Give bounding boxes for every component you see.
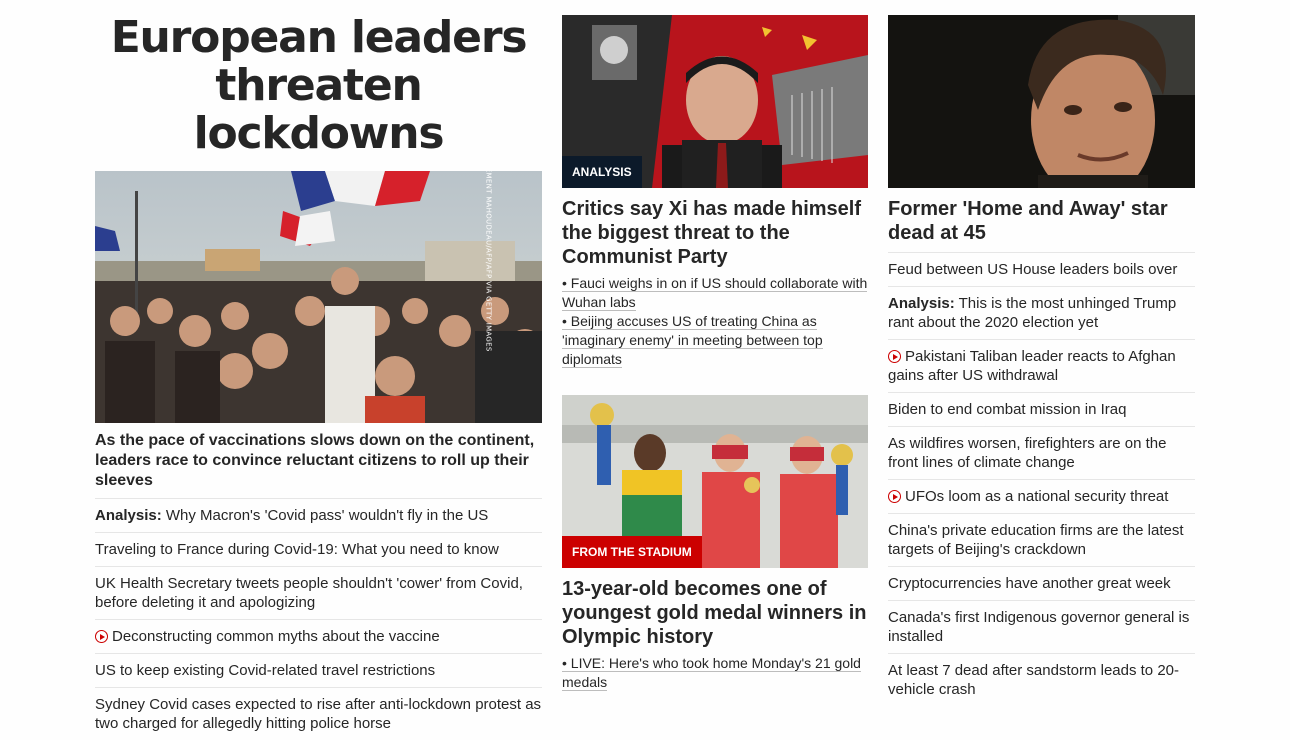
list-item[interactable]: UK Health Secretary tweets people should… — [95, 566, 542, 619]
photo-credit: CLEMENT MAHOUDEAU/AFP/AFP VIA GETTY IMAG… — [484, 171, 493, 352]
list-item[interactable]: Canada's first Indigenous governor gener… — [888, 600, 1195, 653]
item-text: Traveling to France during Covid-19: Wha… — [95, 541, 499, 558]
lead-headline[interactable]: European leaders threaten lockdowns — [95, 14, 542, 158]
list-item[interactable]: Sydney Covid cases expected to rise afte… — [95, 687, 542, 740]
item-text: US to keep existing Covid-related travel… — [95, 662, 436, 679]
list-item[interactable]: Cryptocurrencies have another great week — [888, 566, 1195, 600]
list-item[interactable]: At least 7 dead after sandstorm leads to… — [888, 653, 1195, 706]
item-text: As wildfires worsen, firefighters are on… — [888, 435, 1167, 471]
top-stories-list: Feud between US House leaders boils over… — [888, 252, 1195, 706]
item-text: UK Health Secretary tweets people should… — [95, 575, 523, 611]
item-text: Cryptocurrencies have another great week — [888, 575, 1171, 592]
lead-image[interactable]: CLEMENT MAHOUDEAU/AFP/AFP VIA GETTY IMAG… — [95, 171, 542, 423]
sublink-text: • Fauci weighs in on if US should collab… — [562, 275, 868, 311]
list-item[interactable]: China's private education firms are the … — [888, 513, 1195, 566]
sublink-text: • Beijing accuses US of treating China a… — [562, 313, 823, 368]
lead-caption[interactable]: As the pace of vaccinations slows down o… — [95, 431, 542, 491]
xi-story-image[interactable]: ANALYSIS — [562, 15, 868, 188]
analysis-label: ANALYSIS — [562, 156, 642, 188]
list-item[interactable]: Feud between US House leaders boils over — [888, 252, 1195, 286]
play-circle-icon — [95, 630, 108, 643]
list-item[interactable]: UFOs loom as a national security threat — [888, 479, 1195, 513]
play-circle-icon — [888, 350, 901, 363]
sublink[interactable]: • Fauci weighs in on if US should collab… — [562, 274, 868, 312]
actor-story-image[interactable] — [888, 15, 1195, 188]
protest-photo — [95, 171, 542, 423]
list-item[interactable]: US to keep existing Covid-related travel… — [95, 653, 542, 687]
item-prefix: Analysis: — [95, 507, 162, 524]
item-text: Biden to end combat mission in Iraq — [888, 401, 1127, 418]
list-item[interactable]: Traveling to France during Covid-19: Wha… — [95, 532, 542, 566]
olympic-story-image[interactable]: FROM THE STADIUM — [562, 395, 868, 568]
xi-headline[interactable]: Critics say Xi has made himself the bigg… — [562, 197, 868, 269]
sublink[interactable]: • Beijing accuses US of treating China a… — [562, 312, 868, 369]
actor-portrait-photo — [888, 15, 1195, 188]
play-circle-icon — [888, 490, 901, 503]
item-text: Deconstructing common myths about the va… — [112, 628, 440, 645]
olympic-headline[interactable]: 13-year-old becomes one of youngest gold… — [562, 577, 868, 649]
list-item[interactable]: Analysis: Why Macron's 'Covid pass' woul… — [95, 498, 542, 532]
list-item[interactable]: Deconstructing common myths about the va… — [95, 619, 542, 653]
from-the-stadium-label: FROM THE STADIUM — [562, 536, 702, 568]
middle-column: ANALYSIS Critics say Xi has made himself… — [562, 0, 868, 692]
sublink[interactable]: • LIVE: Here's who took home Monday's 21… — [562, 654, 868, 692]
item-text: Sydney Covid cases expected to rise afte… — [95, 696, 542, 732]
lead-column: European leaders threaten lockdowns CLEM… — [95, 0, 542, 740]
olympic-sublinks: • LIVE: Here's who took home Monday's 21… — [562, 654, 868, 692]
item-text: At least 7 dead after sandstorm leads to… — [888, 662, 1179, 698]
sublink-text: • LIVE: Here's who took home Monday's 21… — [562, 655, 861, 691]
actor-headline[interactable]: Former 'Home and Away' star dead at 45 — [888, 197, 1195, 245]
item-text: Canada's first Indigenous governor gener… — [888, 609, 1190, 645]
item-text: Why Macron's 'Covid pass' wouldn't fly i… — [165, 507, 489, 524]
item-text: Pakistani Taliban leader reacts to Afgha… — [888, 348, 1176, 384]
lead-related-list: Analysis: Why Macron's 'Covid pass' woul… — [95, 498, 542, 740]
xi-sublinks: • Fauci weighs in on if US should collab… — [562, 274, 868, 369]
list-item[interactable]: Pakistani Taliban leader reacts to Afgha… — [888, 339, 1195, 392]
right-column: Former 'Home and Away' star dead at 45 F… — [888, 0, 1195, 706]
item-text: China's private education firms are the … — [888, 522, 1184, 558]
list-item[interactable]: Biden to end combat mission in Iraq — [888, 392, 1195, 426]
list-item[interactable]: Analysis: This is the most unhinged Trum… — [888, 286, 1195, 339]
item-prefix: Analysis: — [888, 295, 955, 312]
list-item[interactable]: As wildfires worsen, firefighters are on… — [888, 426, 1195, 479]
item-text: UFOs loom as a national security threat — [905, 488, 1169, 505]
item-text: Feud between US House leaders boils over — [888, 261, 1178, 278]
